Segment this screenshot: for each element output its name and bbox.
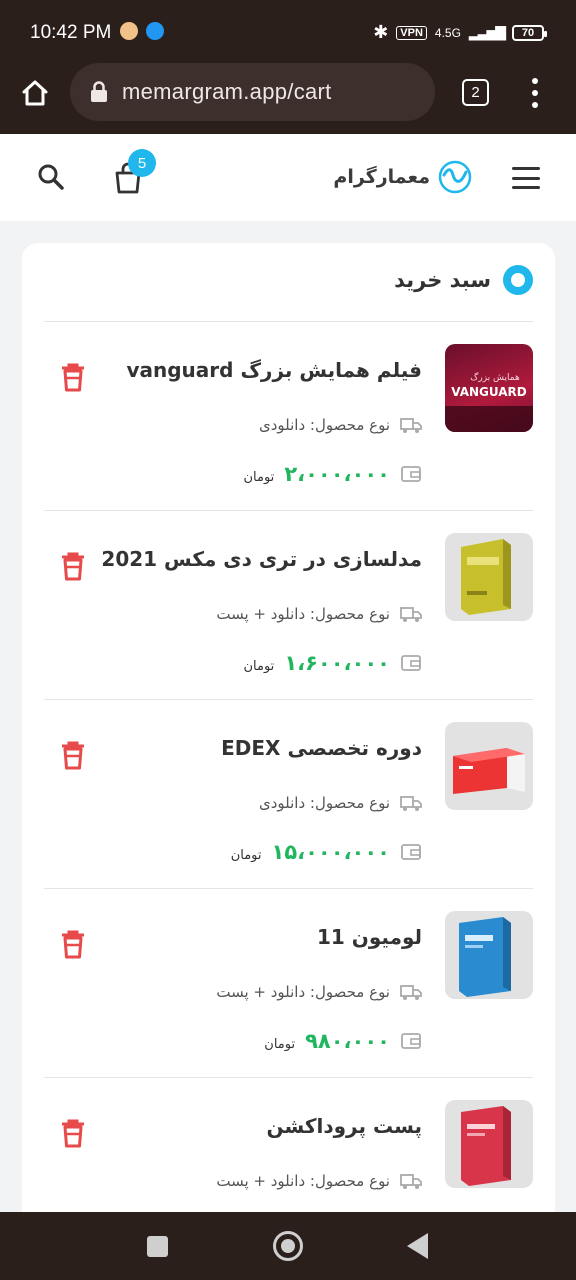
thumb-text: VANGUARD: [451, 385, 527, 399]
wallet-icon: [401, 844, 421, 860]
phone-call-icon: [146, 22, 164, 40]
product-price-row: ۱۵،۰۰۰،۰۰۰ تومان: [231, 840, 422, 864]
cart-item: پست پروداکشن نوع محصول: دانلود + پست: [22, 1078, 555, 1233]
cart-item: مدلسازی در تری دی مکس 2021 نوع محصول: دا…: [22, 511, 555, 700]
currency: تومان: [243, 658, 275, 674]
brand-logo-icon: [438, 160, 472, 194]
bluetooth-icon: ✱: [373, 22, 389, 42]
product-type-row: نوع محصول: دانلود + پست: [216, 1172, 422, 1190]
vpn-badge: VPN: [396, 25, 427, 40]
status-bar: 10:42 PM ✱ VPN 4.5G ▂▃▅▇ 70: [0, 0, 576, 62]
tab-count: 2: [471, 84, 480, 101]
network-type: 4.5G: [434, 25, 461, 40]
delete-trash-icon[interactable]: [60, 551, 86, 581]
notification-icon: [120, 22, 138, 40]
lumion-box-art: [459, 917, 511, 997]
brand-logo[interactable]: معمارگرام: [333, 160, 472, 194]
product-type: نوع محصول: دانلود + پست: [216, 1172, 390, 1190]
book-box-art: [461, 539, 511, 615]
product-type-row: نوع محصول: دانلودی: [259, 794, 422, 812]
delete-trash-icon[interactable]: [60, 1118, 86, 1148]
product-thumbnail[interactable]: [445, 1100, 533, 1188]
wallet-icon: [401, 655, 421, 671]
cart-heading: سبد خرید: [394, 265, 533, 295]
url-bar[interactable]: memargram.app/cart: [70, 63, 435, 121]
delete-trash-icon[interactable]: [60, 929, 86, 959]
product-price-row: ۹۸۰،۰۰۰ تومان: [264, 1029, 422, 1053]
hamburger-menu-icon[interactable]: [512, 167, 540, 189]
product-thumbnail[interactable]: VANGUARD همایش بزرگ: [445, 344, 533, 432]
status-time: 10:42 PM: [30, 22, 112, 43]
product-price: ۱،۶۰۰،۰۰۰: [284, 651, 390, 675]
product-thumbnail[interactable]: [445, 722, 533, 810]
battery-icon: 70: [512, 24, 547, 41]
cart-count-badge: 5: [128, 149, 156, 177]
product-price-row: ۲،۰۰۰،۰۰۰ تومان: [244, 462, 423, 486]
product-price: ۱۵،۰۰۰،۰۰۰: [271, 840, 391, 864]
cart-heading-dot-icon: [503, 265, 533, 295]
product-type-row: نوع محصول: دانلود + پست: [216, 605, 422, 623]
home-nav-icon[interactable]: [273, 1231, 303, 1261]
delete-trash-icon[interactable]: [60, 362, 86, 392]
wallet-icon: [401, 466, 421, 482]
battery-level: 70: [521, 26, 535, 39]
truck-icon: [400, 1174, 422, 1189]
product-type: نوع محصول: دانلودی: [259, 794, 390, 812]
post-production-box-art: [461, 1106, 511, 1186]
currency: تومان: [264, 1036, 296, 1052]
wallet-icon: [401, 1033, 421, 1049]
search-icon[interactable]: [36, 162, 66, 192]
brand-name: معمارگرام: [333, 166, 430, 188]
cart-item: دوره تخصصی EDEX نوع محصول: دانلودی ۱۵،۰۰…: [22, 700, 555, 889]
recent-apps-icon[interactable]: [147, 1236, 168, 1257]
product-price-row: ۱،۶۰۰،۰۰۰ تومان: [244, 651, 423, 675]
browser-toolbar: memargram.app/cart 2: [0, 62, 576, 134]
lock-icon: [91, 81, 107, 102]
truck-icon: [400, 607, 422, 622]
product-title[interactable]: فیلم همایش بزرگ vanguard: [126, 358, 422, 382]
delete-trash-icon[interactable]: [60, 740, 86, 770]
system-nav-bar: [0, 1212, 576, 1280]
truck-icon: [400, 418, 422, 433]
currency: تومان: [230, 847, 262, 863]
product-price: ۹۸۰،۰۰۰: [305, 1029, 390, 1053]
cart-count: 5: [137, 154, 147, 172]
back-nav-icon[interactable]: [407, 1233, 428, 1259]
product-type: نوع محصول: دانلودی: [259, 416, 390, 434]
url-text: memargram.app/cart: [122, 79, 332, 104]
cart-item: VANGUARD همایش بزرگ فیلم همایش بزرگ vang…: [22, 322, 555, 511]
product-title[interactable]: پست پروداکشن: [267, 1114, 422, 1138]
product-type: نوع محصول: دانلود + پست: [216, 983, 390, 1001]
currency: تومان: [243, 469, 275, 485]
cart-card: سبد خرید VANGUARD همایش بزرگ فیلم همایش …: [22, 243, 555, 1233]
product-type-row: نوع محصول: دانلودی: [259, 416, 422, 434]
product-price: ۲،۰۰۰،۰۰۰: [284, 462, 390, 486]
site-header: 5 معمارگرام: [0, 134, 576, 221]
truck-icon: [400, 985, 422, 1000]
vanguard-thumbnail-art: VANGUARD همایش بزرگ: [445, 371, 533, 432]
signal-icon: ▂▃▅▇: [468, 24, 506, 40]
cart-item: لومیون 11 نوع محصول: دانلود + پست ۹۸۰،۰۰…: [22, 889, 555, 1078]
product-title[interactable]: مدلسازی در تری دی مکس 2021: [101, 547, 422, 571]
thumb-subtext: همایش بزرگ: [470, 371, 520, 383]
truck-icon: [400, 796, 422, 811]
product-thumbnail[interactable]: [445, 911, 533, 999]
tab-switcher-button[interactable]: 2: [462, 79, 489, 106]
home-icon[interactable]: [20, 78, 50, 108]
product-thumbnail[interactable]: [445, 533, 533, 621]
product-title[interactable]: لومیون 11: [317, 925, 422, 949]
status-indicators: ✱ VPN 4.5G ▂▃▅▇ 70: [373, 22, 547, 43]
product-type: نوع محصول: دانلود + پست: [216, 605, 390, 623]
edex-box-art: [453, 748, 525, 794]
product-type-row: نوع محصول: دانلود + پست: [216, 983, 422, 1001]
cart-title: سبد خرید: [394, 268, 491, 292]
browser-menu-icon[interactable]: [528, 78, 542, 108]
product-title[interactable]: دوره تخصصی EDEX: [221, 736, 422, 760]
